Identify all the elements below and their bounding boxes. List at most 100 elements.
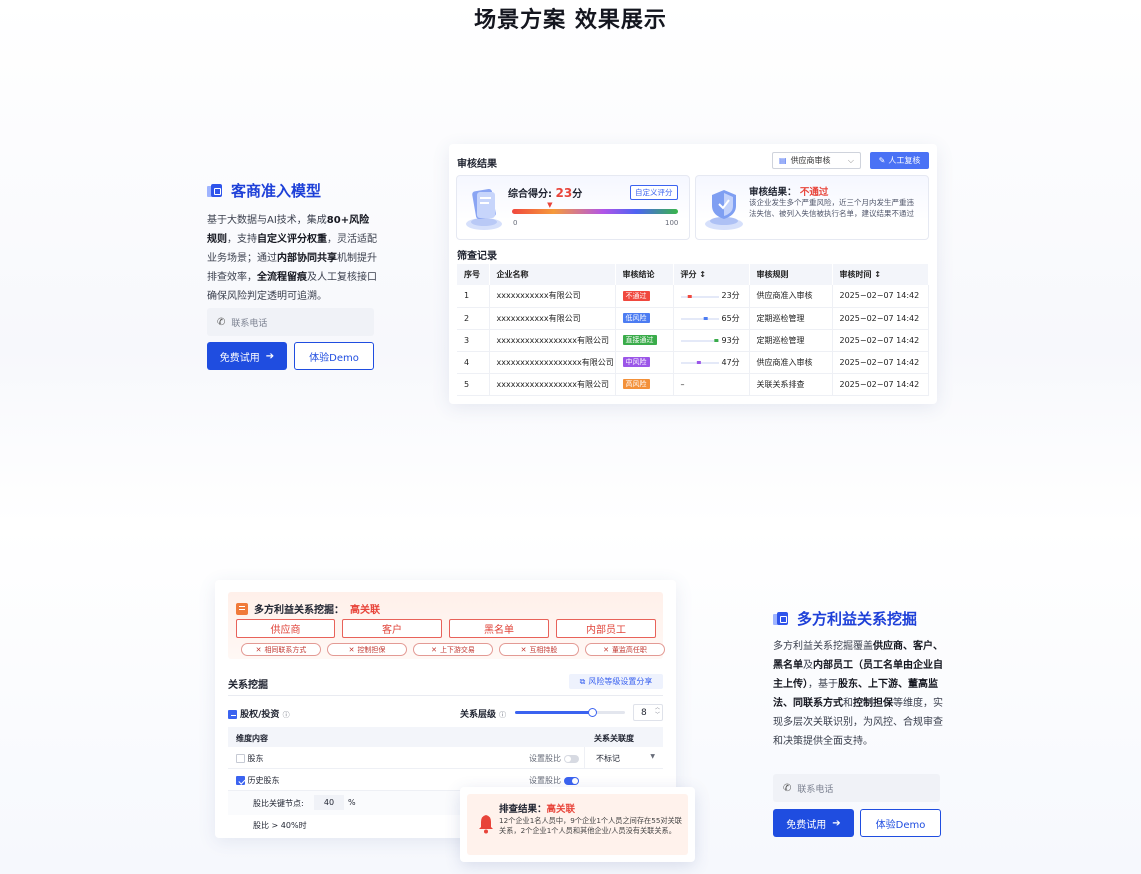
ratio-toggle[interactable] [563,754,579,763]
table-row[interactable]: 3 xxxxxxxxxxxxxxxxx有限公司 直接通过 93分 定期巡检管理 2025−… [457,329,929,352]
demo-button[interactable]: 体验Demo [860,809,941,837]
table-row[interactable]: 1 xxxxxxxxxxx有限公司 不通过 23分 供应商准入审核 2025−02−07 … [457,285,929,308]
score-sparkline-icon [680,361,719,364]
score-label: 综合得分: 23分 [508,185,582,200]
relation-tag[interactable]: ✕ 上下游交易 [413,643,493,656]
manual-review-button[interactable]: ✎ 人工复核 [870,152,929,169]
demo-label: 体验Demo [875,819,926,831]
group-equity[interactable]: 股权/投资 ⓘ [228,707,290,720]
desc-segment: 全流程留痕 [257,272,307,283]
dimension-row: 股东 设置股比 不标记 ▼ [228,747,663,769]
verdict-badge: 低风险 [622,313,650,323]
demo-button[interactable]: 体验Demo [294,342,374,370]
entity-employee[interactable]: 内部员工 [556,619,656,638]
entity-blacklist[interactable]: 黑名单 [449,619,549,638]
free-trial-button[interactable]: 免费试用 ➔ [773,809,854,837]
desc-segment: 及 [803,660,813,671]
free-trial-label: 免费试用 [219,352,260,364]
mining-head-value: 高关联 [350,605,380,616]
level-stepper[interactable]: 8 ︿ ﹀ [633,704,663,721]
divider [228,695,663,696]
score-text: 65分 [721,313,740,323]
ratio-condition: 股比 > 40%时 [253,821,307,830]
row-label-wrap[interactable]: 历史股东 [236,775,280,786]
phone-field[interactable]: ✆ 联系电话 [773,774,940,802]
ratio-toggle[interactable] [563,776,579,785]
relevance-select[interactable]: 不标记 ▼ [584,747,663,768]
phone-icon: ✆ [217,316,226,328]
stepper-arrows-icon[interactable]: ︿ ﹀ [655,705,660,719]
relation-tag[interactable]: ✕ 相同联系方式 [241,643,321,656]
arrow-right-icon: ➔ [832,817,841,829]
close-icon: ✕ [603,645,609,654]
relation-label: 互相持股 [529,645,558,654]
time-cell: 2025−02−07 14:42 [832,307,929,330]
audit-result-panel: 审核结果 ▤ 供应商审核 ⌵ ✎ 人工复核 综合得分: 23分 自定义评分 ▼ … [449,144,937,404]
checkbox-checked[interactable] [236,776,245,785]
score-cell: 23分 [673,285,750,308]
close-icon: ✕ [255,645,262,654]
desc-segment: ，基于 [808,679,838,690]
panel-title: 审核结果 [457,159,497,170]
row-label-wrap[interactable]: 股东 [236,753,264,764]
custom-score-button[interactable]: 自定义评分 [630,185,678,200]
help-icon: ⓘ [282,711,290,719]
close-icon: ✕ [348,645,355,654]
result-description: 该企业发生多个严重风险，近三个月内发生严重违法失信、被列入失信被执行名单，建议结… [749,198,914,218]
key-node-input[interactable]: 40 [314,795,344,810]
free-trial-button[interactable]: 免费试用 ➔ [207,342,287,370]
group-checkbox[interactable] [228,710,237,719]
score-sparkline-icon [680,339,719,342]
row-setting: 设置股比 [529,754,561,763]
row-setting-wrap: 设置股比 [529,775,579,786]
verdict-cell: 低风险 [615,307,674,330]
feature-block-admission: 客商准入模型 基于大数据与AI技术，集成80+风险规则，支持自定义评分权重，灵活… [207,180,377,306]
audit-type-select[interactable]: ▤ 供应商审核 ⌵ [772,152,861,169]
time-cell: 2025−02−07 14:42 [832,285,929,308]
row-setting: 设置股比 [529,776,561,785]
score-cell: 93分 [673,329,750,352]
row-setting-wrap: 设置股比 [529,753,579,764]
table-header-row: 序号 企业名称 审核结论 评分 ↕ 审核规则 审核时间 ↕ [457,264,929,285]
relation-tag[interactable]: ✕ 董监高任职 [585,643,665,656]
mining-summary-head: 多方利益关系挖掘： 高关联 [236,601,380,616]
checkbox[interactable] [236,754,245,763]
score-text: 93分 [721,335,740,345]
relation-tag[interactable]: ✕ 控制担保 [327,643,407,656]
external-link-icon: ⧉ [579,676,586,686]
col-no: 序号 [457,264,490,285]
rule-cell: 供应商准入审核 [749,285,833,308]
phone-field[interactable]: ✆ 联系电话 [207,308,374,336]
level-value: 8 [641,707,647,718]
mining-summary: 多方利益关系挖掘： 高关联 供应商 客户 黑名单 内部员工 ✕ 相同联系方式 ✕ 控制担… [228,592,665,659]
col-score[interactable]: 评分 ↕ [673,264,750,285]
relation-icon [773,612,789,625]
no-cell: 4 [457,351,490,374]
feature-heading: 客商准入模型 [207,180,377,201]
score-label-text: 综合得分: [508,189,552,200]
phone-icon: ✆ [783,782,792,794]
time-cell: 2025−02−07 14:42 [832,351,929,374]
relation-tag[interactable]: ✕ 互相持股 [499,643,579,656]
entity-supplier[interactable]: 供应商 [236,619,335,638]
level-slider[interactable] [515,708,625,717]
level-slider-handle[interactable] [588,708,597,717]
table-row[interactable]: 2 xxxxxxxxxxx有限公司 低风险 65分 定期巡检管理 2025−02−07 1… [457,307,929,330]
entity-customer[interactable]: 客户 [342,619,442,638]
table-row[interactable]: 4 xxxxxxxxxxxxxxxxxx有限公司 中风险 47分 供应商准入审核 2025… [457,351,929,374]
verdict-cell: 高风险 [615,373,674,396]
table-row[interactable]: 5 xxxxxxxxxxxxxxxxx有限公司 高风险 – 关联关系排查 2025−02−… [457,373,929,396]
relevance-value: 不标记 [596,754,620,763]
col-time[interactable]: 审核时间 ↕ [832,264,929,285]
risk-level-share-button[interactable]: ⧉ 风险等级设置分享 [569,674,663,689]
group-label: 股权/投资 [240,710,280,720]
page-title: 场景方案 效果展示 [474,8,667,33]
screening-value: 高关联 [546,804,576,815]
score-cell: – [673,373,750,396]
col-verdict: 审核结论 [615,264,674,285]
score-text: 23分 [721,291,740,301]
key-node-unit: % [348,798,356,807]
name-cell: xxxxxxxxxxxxxxxxx有限公司 [489,329,616,352]
close-icon: ✕ [431,645,437,654]
name-cell: xxxxxxxxxxxxxxxxxx有限公司 [489,351,616,374]
